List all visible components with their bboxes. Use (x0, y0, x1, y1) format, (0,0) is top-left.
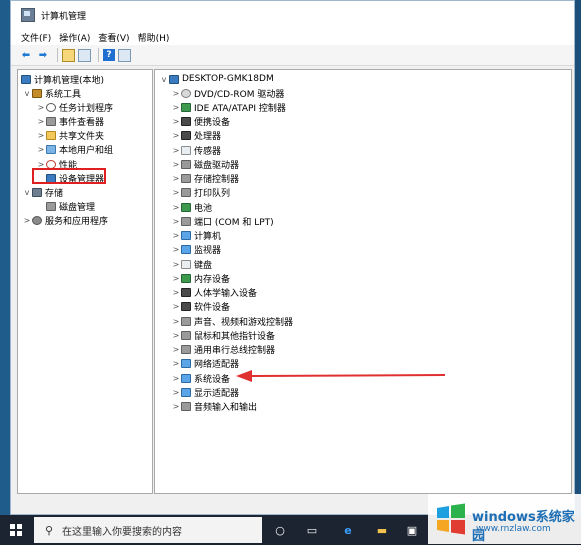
edge-icon[interactable]: e (340, 522, 356, 538)
watermark-logo: windows系统家园 www.rnzlaw.com (428, 494, 581, 544)
search-placeholder: 在这里输入你要搜索的内容 (62, 526, 182, 538)
taskbar-search-box[interactable]: ⚲ 在这里输入你要搜索的内容 (34, 517, 262, 543)
windows-logo-icon (437, 503, 465, 535)
search-icon: ⚲ (44, 523, 54, 537)
windows-start-icon[interactable] (10, 524, 22, 536)
cortana-icon[interactable]: ○ (272, 522, 288, 538)
red-arrow-annotation (236, 370, 446, 382)
file-explorer-icon[interactable]: ▬ (374, 522, 390, 538)
watermark-url: www.rnzlaw.com (476, 524, 551, 534)
store-icon[interactable]: ▣ (404, 522, 420, 538)
task-view-icon[interactable]: ▭ (304, 522, 320, 538)
